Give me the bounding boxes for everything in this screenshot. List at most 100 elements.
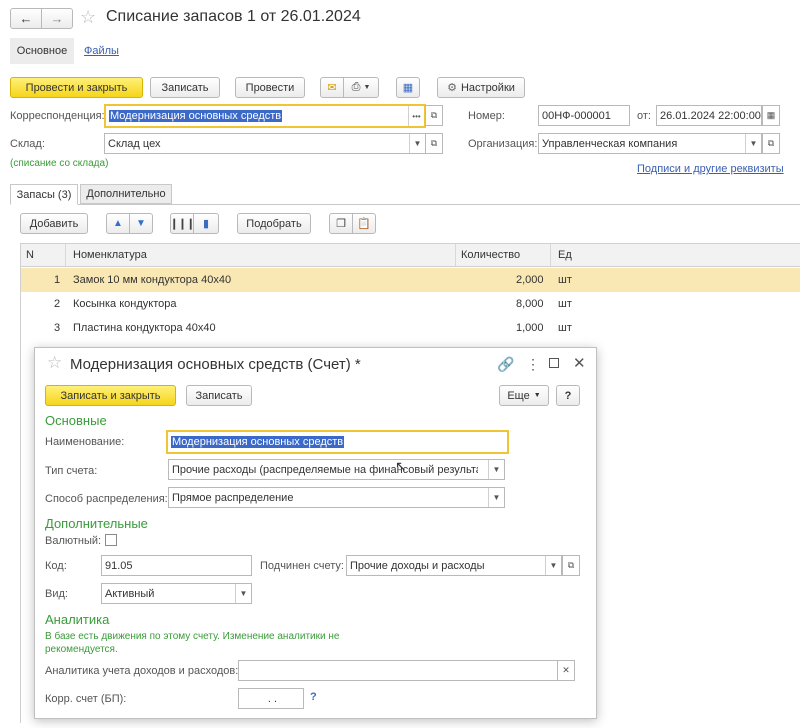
open-icon: ⧉ xyxy=(767,138,775,148)
row-number: 3 xyxy=(54,322,61,334)
kind-field[interactable]: Активный ▼ xyxy=(101,583,252,604)
corr-open-button[interactable]: ⧉ xyxy=(425,105,443,126)
structure-button[interactable]: ▦ xyxy=(396,77,420,98)
open-icon: ⧉ xyxy=(430,138,438,148)
row-unit: шт xyxy=(558,322,572,334)
org-field[interactable]: Управленческая компания ▼ xyxy=(538,133,762,154)
chevron-down-icon[interactable]: ▼ xyxy=(745,134,761,153)
row-number: 2 xyxy=(54,298,61,310)
divider xyxy=(65,244,66,266)
calendar-button[interactable]: ▦ xyxy=(762,105,780,126)
dialog-title: Модернизация основных средств (Счет) * xyxy=(70,356,361,373)
chevron-down-icon[interactable]: ▼ xyxy=(235,584,251,603)
back-button[interactable]: ← xyxy=(10,8,42,29)
chevron-down-icon: ▼ xyxy=(533,392,541,399)
col-n[interactable]: N xyxy=(26,249,34,261)
arrow-up-icon: ▲ xyxy=(113,218,123,229)
tab-stock-label: Запасы (3) xyxy=(16,188,72,201)
currency-checkbox[interactable] xyxy=(105,534,117,546)
corr-account-field[interactable]: . . xyxy=(238,688,304,709)
close-icon[interactable]: ✕ xyxy=(573,354,586,372)
analytics-field[interactable]: … xyxy=(238,660,574,681)
parent-field[interactable]: Прочие доходы и расходы ▼ xyxy=(346,555,562,576)
more-label: Еще xyxy=(507,389,530,402)
distribution-value: Прямое распределение xyxy=(172,491,294,504)
org-open-button[interactable]: ⧉ xyxy=(762,133,780,154)
post-button[interactable]: Провести xyxy=(235,77,305,98)
date-field[interactable]: 26.01.2024 22:00:00 xyxy=(656,105,762,126)
forward-button[interactable]: → xyxy=(41,8,73,29)
star-icon[interactable]: ☆ xyxy=(47,353,62,373)
kind-label: Вид: xyxy=(45,588,68,600)
number-field[interactable]: 00НФ-000001 xyxy=(538,105,630,126)
save-and-close-button[interactable]: Записать и закрыть xyxy=(45,385,176,406)
row-quantity: 1,000 xyxy=(516,322,544,334)
signatures-link[interactable]: Подписи и другие реквизиты xyxy=(637,163,784,175)
number-value: 00НФ-000001 xyxy=(542,109,611,122)
chevron-down-icon[interactable]: ▼ xyxy=(488,488,504,507)
window-title: Списание запасов 1 от 26.01.2024 xyxy=(106,8,361,25)
account-type-field[interactable]: Прочие расходы (распределяемые на финанс… xyxy=(168,459,505,480)
tab-additional-label: Дополнительно xyxy=(86,188,166,200)
analytics-label: Аналитика учета доходов и расходов: xyxy=(45,665,239,677)
move-up-button[interactable]: ▲ xyxy=(106,213,130,234)
col-nomenclature[interactable]: Номенклатура xyxy=(73,249,147,261)
tab-files[interactable]: Файлы xyxy=(84,45,119,57)
help-button[interactable]: ? xyxy=(556,385,580,406)
col-quantity[interactable]: Количество xyxy=(461,249,520,261)
name-field[interactable]: Модернизация основных средств xyxy=(166,430,509,454)
corr-account-help[interactable]: ? xyxy=(310,691,317,703)
grid-header: N Номенклатура Количество Ед xyxy=(20,243,800,267)
name-label: Наименование: xyxy=(45,436,125,448)
org-label: Организация: xyxy=(468,138,538,150)
calendar-icon: ▦ xyxy=(766,110,776,120)
star-icon[interactable]: ☆ xyxy=(80,7,96,28)
save-button[interactable]: Записать xyxy=(150,77,220,98)
print-button[interactable]: ⎙ ▼ xyxy=(343,77,379,98)
code-value: 91.05 xyxy=(105,559,133,572)
name-value: Модернизация основных средств xyxy=(171,436,345,448)
maximize-icon[interactable] xyxy=(549,358,559,368)
warehouse-value: Склад цех xyxy=(108,137,161,150)
email-button[interactable]: ✉ xyxy=(320,77,344,98)
clear-button[interactable]: ✕ xyxy=(557,660,575,681)
move-down-button[interactable]: ▼ xyxy=(129,213,153,234)
number-label: Номер: xyxy=(468,110,505,122)
table-row[interactable]: 1 Замок 10 мм кондуктора 40х40 2,000 шт xyxy=(20,268,800,292)
pick-button[interactable]: Подобрать xyxy=(237,213,311,234)
post-and-close-button[interactable]: Провести и закрыть xyxy=(10,77,143,98)
table-row[interactable]: 2 Косынка кондуктора 8,000 шт xyxy=(20,292,800,316)
add-row-button[interactable]: Добавить xyxy=(20,213,88,234)
row-name: Замок 10 мм кондуктора 40х40 xyxy=(73,274,232,286)
distribution-field[interactable]: Прямое распределение ▼ xyxy=(168,487,505,508)
open-icon: ⧉ xyxy=(567,560,575,570)
tab-stock[interactable]: Запасы (3) xyxy=(10,184,78,205)
settings-button[interactable]: ⚙ Настройки xyxy=(437,77,525,98)
scanner-button[interactable]: ▮ xyxy=(193,213,219,234)
link-icon[interactable]: 🔗 xyxy=(497,356,514,373)
warehouse-field[interactable]: Склад цех ▼ xyxy=(104,133,426,154)
chevron-down-icon[interactable]: ▼ xyxy=(545,556,561,575)
more-button[interactable]: Еще ▼ xyxy=(499,385,549,406)
tab-additional[interactable]: Дополнительно xyxy=(80,184,172,204)
col-unit[interactable]: Ед xyxy=(558,249,572,261)
dropdown-icon[interactable]: ••• xyxy=(408,106,424,126)
tab-main[interactable]: Основное xyxy=(10,38,74,64)
corr-field[interactable]: Модернизация основных средств ••• xyxy=(104,104,426,128)
warehouse-open-button[interactable]: ⧉ xyxy=(425,133,443,154)
copy-button[interactable]: ❐ xyxy=(329,213,353,234)
more-vertical-icon[interactable]: ⋮ xyxy=(526,356,540,373)
grid-left-border xyxy=(20,243,21,723)
divider xyxy=(550,244,551,266)
code-field[interactable]: 91.05 xyxy=(101,555,252,576)
paste-button[interactable]: 📋 xyxy=(352,213,376,234)
barcode-button[interactable]: ❙❙❙ xyxy=(170,213,195,234)
table-row[interactable]: 3 Пластина кондуктора 40х40 1,000 шт xyxy=(20,316,800,340)
chevron-down-icon[interactable]: ▼ xyxy=(409,134,425,153)
row-unit: шт xyxy=(558,298,572,310)
arrow-right-icon: → xyxy=(50,11,64,26)
parent-open-button[interactable]: ⧉ xyxy=(562,555,580,576)
dialog-save-button[interactable]: Записать xyxy=(186,385,252,406)
scanner-icon: ▮ xyxy=(202,218,210,230)
chevron-down-icon[interactable]: ▼ xyxy=(488,460,504,479)
